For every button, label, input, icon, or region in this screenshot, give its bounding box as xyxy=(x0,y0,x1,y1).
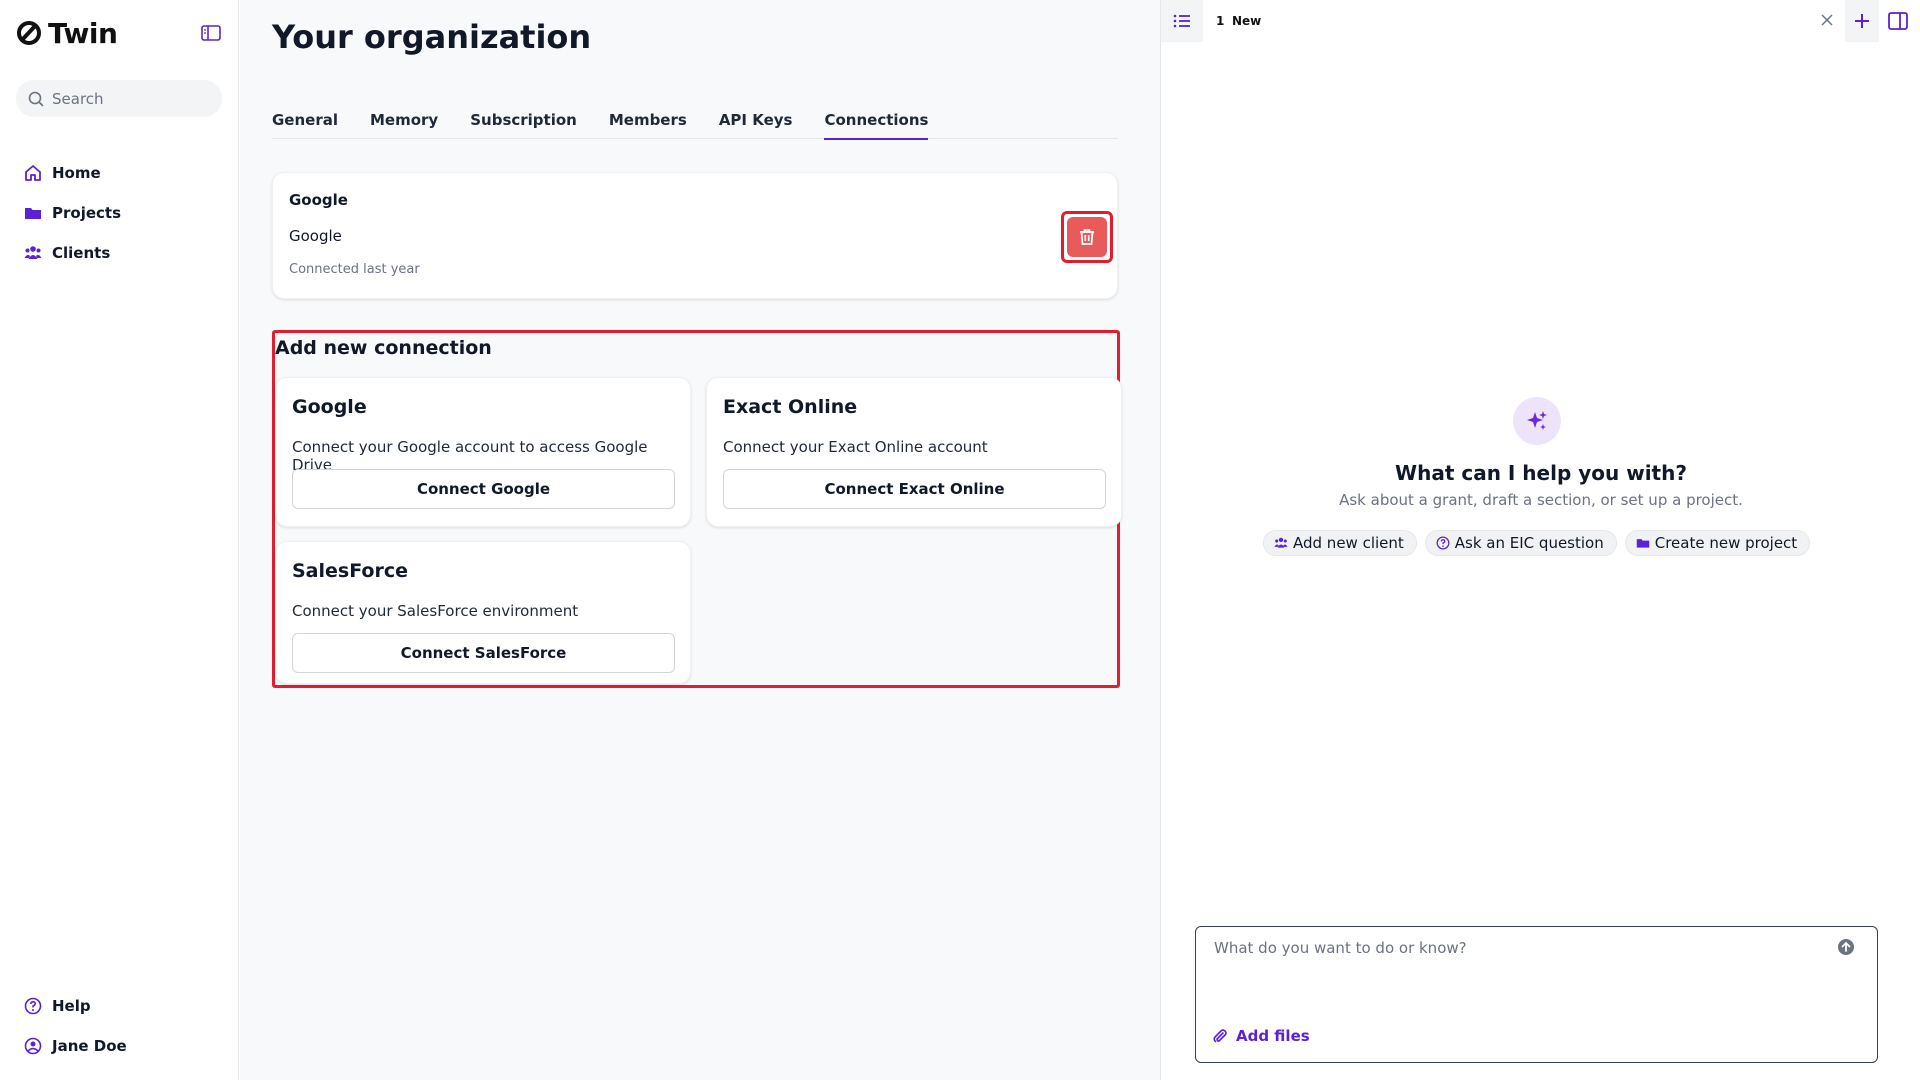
main-content: Your organization General Memory Subscri… xyxy=(240,0,1160,1080)
connect-google-button[interactable]: Connect Google xyxy=(292,469,675,509)
assistant-panel: 1 New What can I help you with? Ask abou… xyxy=(1160,0,1920,1080)
chip-add-new-client[interactable]: Add new client xyxy=(1263,530,1417,556)
settings-tabs: General Memory Subscription Members API … xyxy=(272,108,1118,140)
chip-label: Ask an EIC question xyxy=(1454,534,1604,552)
sparkle-icon xyxy=(1527,411,1547,430)
trash-icon xyxy=(1080,229,1094,245)
connect-salesforce-button[interactable]: Connect SalesForce xyxy=(292,633,675,673)
sidebar-item-label: Projects xyxy=(52,204,122,222)
tab-connections[interactable]: Connections xyxy=(824,108,928,140)
app-name: Twin xyxy=(48,16,118,50)
sidebar-item-help[interactable]: Help xyxy=(24,986,127,1026)
message-composer: Add files xyxy=(1195,926,1878,1063)
card-title: Exact Online xyxy=(723,396,858,418)
delete-highlight xyxy=(1061,211,1113,263)
sidebar: Twin Home Projects xyxy=(0,0,239,1080)
tab-api-keys[interactable]: API Keys xyxy=(719,108,793,139)
add-files-button[interactable]: Add files xyxy=(1212,1027,1310,1045)
connection-title: Google xyxy=(289,191,348,209)
sidebar-item-label: Help xyxy=(52,997,91,1015)
sidebar-item-clients[interactable]: Clients xyxy=(24,233,121,273)
salesforce-connection-card: SalesForce Connect your SalesForce envir… xyxy=(275,541,691,684)
twin-logo-icon xyxy=(17,21,41,45)
help-circle-icon xyxy=(1436,536,1450,550)
connection-name: Google xyxy=(289,227,342,245)
assistant-heading: What can I help you with? xyxy=(1395,461,1687,485)
card-description: Connect your Exact Online account xyxy=(723,438,988,456)
card-title: SalesForce xyxy=(292,560,408,582)
home-icon xyxy=(25,165,41,181)
chip-label: Add new client xyxy=(1293,534,1404,552)
close-icon[interactable] xyxy=(1819,12,1835,28)
app-logo[interactable]: Twin xyxy=(16,16,118,50)
sidebar-item-home[interactable]: Home xyxy=(24,153,121,193)
search-icon xyxy=(28,91,44,107)
user-circle-icon xyxy=(24,1037,42,1055)
sidebar-item-label: Clients xyxy=(52,244,111,262)
google-connection-card: Google Connect your Google account to ac… xyxy=(275,377,691,527)
paperclip-icon xyxy=(1213,1029,1227,1043)
chip-ask-eic-question[interactable]: Ask an EIC question xyxy=(1424,530,1617,556)
assistant-subheading: Ask about a grant, draft a section, or s… xyxy=(1339,491,1743,509)
sparkle-avatar xyxy=(1513,397,1561,445)
bottom-nav: Help Jane Doe xyxy=(24,986,127,1066)
search-bar[interactable] xyxy=(16,80,222,117)
tab-subscription[interactable]: Subscription xyxy=(470,108,577,139)
sidebar-item-projects[interactable]: Projects xyxy=(24,193,121,233)
collapse-sidebar-button[interactable] xyxy=(200,23,222,43)
tab-general[interactable]: General xyxy=(272,108,338,139)
add-files-label: Add files xyxy=(1236,1027,1310,1045)
tab-members[interactable]: Members xyxy=(609,108,687,139)
connect-exact-online-button[interactable]: Connect Exact Online xyxy=(723,469,1106,509)
sidebar-item-label: Home xyxy=(52,164,101,182)
delete-connection-button[interactable] xyxy=(1067,217,1107,257)
add-connection-title: Add new connection xyxy=(275,337,492,359)
send-arrow-icon[interactable] xyxy=(1837,938,1855,956)
suggestion-chips: Add new client Ask an EIC question Creat… xyxy=(1263,530,1811,556)
conversation-tab-number: 1 xyxy=(1216,14,1225,28)
conversation-list-button[interactable] xyxy=(1161,0,1203,42)
main-nav: Home Projects Clients xyxy=(24,153,121,273)
list-icon xyxy=(1173,14,1190,28)
sidebar-item-account[interactable]: Jane Doe xyxy=(24,1026,127,1066)
folder-icon xyxy=(25,208,41,219)
search-input[interactable] xyxy=(52,89,212,108)
card-title: Google xyxy=(292,396,367,418)
help-circle-icon xyxy=(24,997,42,1015)
card-description: Connect your SalesForce environment xyxy=(292,602,579,620)
plus-icon xyxy=(1855,14,1869,28)
sidebar-item-label: Jane Doe xyxy=(52,1037,127,1055)
sidebar-toggle-icon xyxy=(201,25,221,41)
new-conversation-button[interactable] xyxy=(1845,0,1879,42)
page-title: Your organization xyxy=(272,18,592,56)
folder-icon xyxy=(1636,539,1649,548)
connected-google-card: Google Google Connected last year xyxy=(272,172,1118,299)
users-icon xyxy=(1274,537,1288,548)
add-connection-section: Add new connection Google Connect your G… xyxy=(272,330,1122,688)
connection-time: Connected last year xyxy=(289,262,420,277)
users-icon xyxy=(24,246,42,259)
conversation-tab-new[interactable]: New xyxy=(1232,14,1261,28)
tab-memory[interactable]: Memory xyxy=(370,108,438,139)
message-input[interactable] xyxy=(1214,939,1814,989)
exact-online-connection-card: Exact Online Connect your Exact Online a… xyxy=(706,377,1122,527)
chip-create-new-project[interactable]: Create new project xyxy=(1624,530,1811,556)
panel-toggle-icon[interactable] xyxy=(1887,10,1909,32)
assistant-tabbar: 1 New xyxy=(1161,0,1920,42)
chip-label: Create new project xyxy=(1654,534,1798,552)
